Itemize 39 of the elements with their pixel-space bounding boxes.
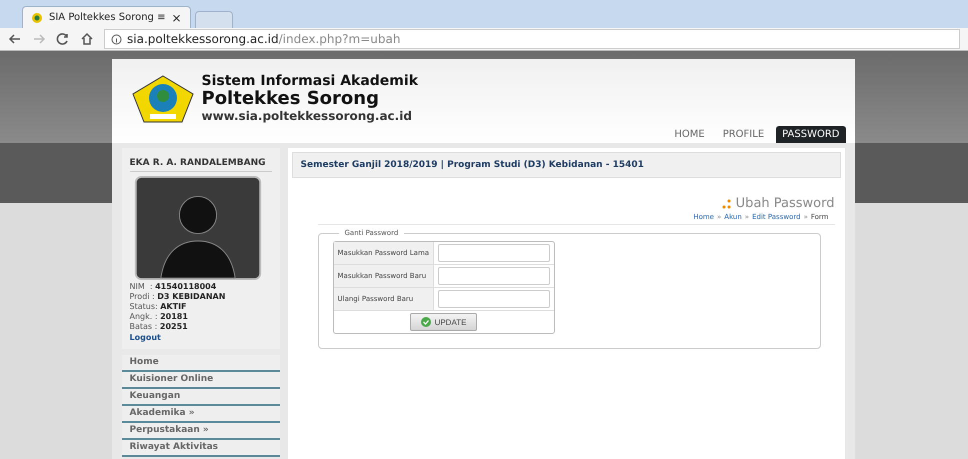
dots-icon	[722, 198, 732, 208]
page-title: Ubah Password	[736, 196, 834, 211]
site-subtitle: Poltekkes Sorong	[202, 89, 380, 109]
menu-item[interactable]: Riwayat Aktivitas	[122, 440, 280, 457]
profile-detail: NIM : 41540118004	[130, 282, 218, 292]
new-tab-button[interactable]	[194, 11, 233, 28]
menu-item[interactable]: Kuisioner Online	[122, 372, 280, 389]
password-field[interactable]	[438, 244, 550, 262]
nav-tab[interactable]: HOME	[668, 126, 711, 143]
menu-item[interactable]: Perpustakaan »	[122, 423, 280, 440]
menu-item[interactable]: Keuangan	[122, 389, 280, 406]
student-name: EKA R. A. RANDALEMBANG	[130, 156, 272, 172]
tab-title: SIA Poltekkes Sorong ≡	[49, 12, 166, 23]
menu-item[interactable]: Home	[122, 355, 280, 372]
favicon-icon	[31, 12, 43, 24]
site-title: Sistem Informasi Akademik	[202, 73, 418, 89]
logout-link[interactable]: Logout	[130, 332, 272, 343]
back-icon[interactable]	[8, 32, 22, 46]
profile-detail: Status: AKTIF	[130, 302, 188, 312]
info-icon	[111, 34, 122, 44]
semester-bar: Semester Ganjil 2018/2019 | Program Studi (D3) Kebidanan - 15401	[292, 152, 840, 178]
check-icon	[420, 317, 431, 327]
menu-item[interactable]: Akademika »	[122, 406, 280, 423]
site-url: www.sia.poltekkessorong.ac.id	[202, 109, 413, 124]
logo-icon	[130, 74, 196, 124]
nav-tab[interactable]: PASSWORD	[776, 126, 846, 143]
profile-detail: Prodi : D3 KEBIDANAN	[130, 292, 226, 302]
profile-detail: Batas : 20251	[130, 322, 189, 332]
nav-tab[interactable]: PROFILE	[716, 126, 770, 143]
forward-icon[interactable]	[32, 32, 46, 46]
password-field[interactable]	[438, 267, 550, 285]
reload-icon[interactable]	[56, 32, 70, 46]
address-bar[interactable]: sia.poltekkessorong.ac.id/index.php?m=ubah	[104, 29, 960, 49]
password-field[interactable]	[438, 290, 550, 308]
update-button[interactable]: UPDATE	[410, 313, 478, 331]
profile-detail: Angk. : 20181	[130, 312, 189, 322]
home-icon[interactable]	[80, 32, 94, 46]
browser-tab[interactable]: SIA Poltekkes Sorong ≡ ×	[22, 6, 191, 28]
close-tab-button[interactable]: ×	[171, 10, 182, 24]
